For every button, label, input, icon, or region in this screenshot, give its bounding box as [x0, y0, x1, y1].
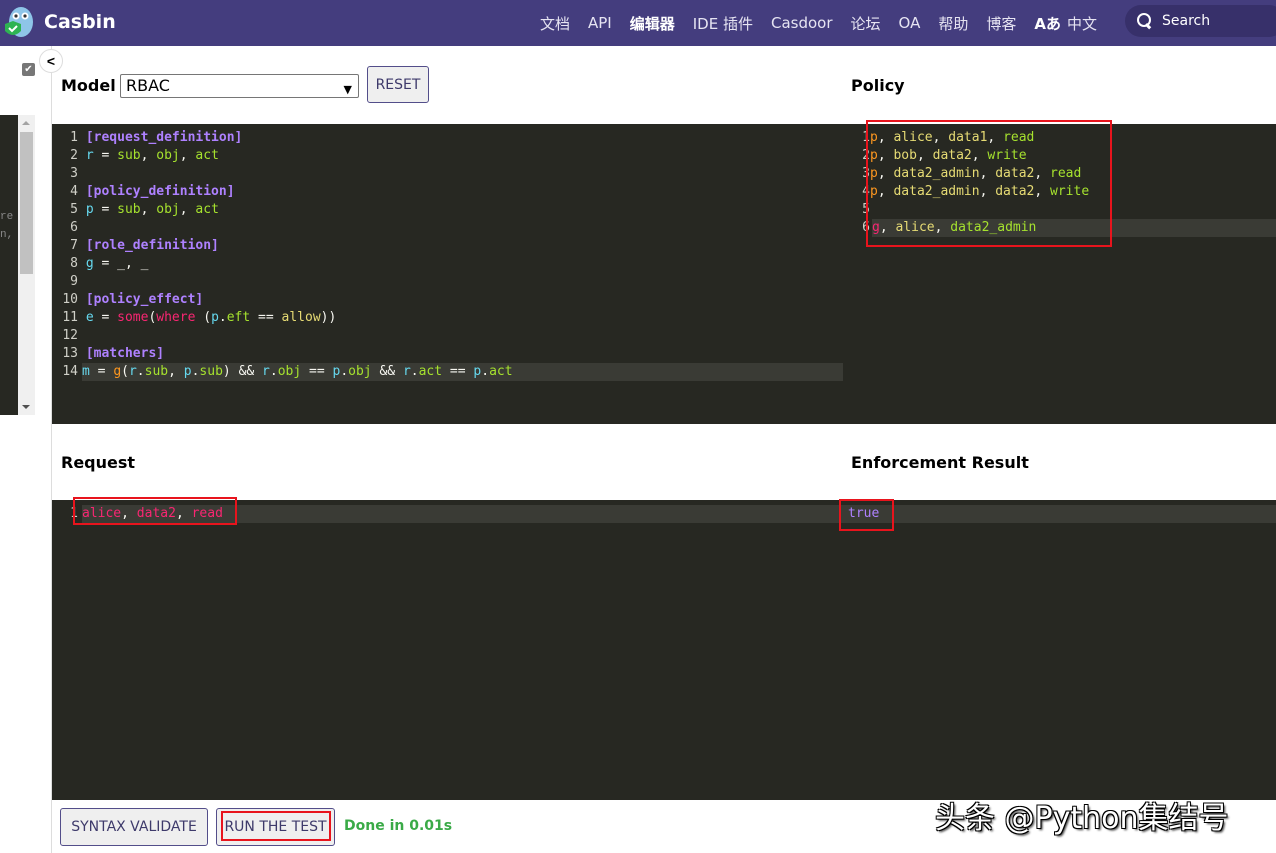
sidebar-text: n, [0, 229, 14, 241]
nav-link-api[interactable]: API [579, 14, 621, 32]
result-label: Enforcement Result [851, 453, 1029, 472]
search-button[interactable]: Search [1125, 5, 1276, 37]
nav-link-help[interactable]: 帮助 [929, 13, 977, 34]
code-line: 4 [policy_definition] [70, 184, 235, 199]
search-label: Search [1162, 13, 1211, 29]
nav-link-ide-plugins[interactable]: IDE 插件 [684, 13, 762, 34]
nav-links: 文档 API 编辑器 IDE 插件 Casdoor 论坛 OA 帮助 博客 Aあ… [531, 0, 1106, 46]
code-line: 7 [role_definition] [70, 238, 219, 253]
code-line: 1 [request_definition] [70, 130, 243, 145]
top-navbar: Casbin 文档 API 编辑器 IDE 插件 Casdoor 论坛 OA 帮… [0, 0, 1276, 46]
scroll-thumb[interactable] [20, 132, 33, 274]
request-highlight-box [73, 497, 237, 525]
scroll-up-icon[interactable] [22, 121, 30, 125]
watermark: 头条 @Python集结号 [935, 801, 1229, 836]
code-line: 12 [62, 328, 78, 343]
request-editor[interactable]: alice, data2, read 1 [52, 500, 844, 800]
sidebar-editor: re n, [0, 115, 18, 415]
translate-icon: Aあ [1034, 14, 1061, 33]
code-line: 13 [matchers] [62, 346, 165, 361]
code-line: 6 [70, 220, 78, 235]
language-label: 中文 [1066, 14, 1097, 33]
code-line: 10 [policy_effect] [62, 292, 204, 307]
nav-link-oa[interactable]: OA [890, 14, 930, 32]
result-line: true [844, 505, 1276, 523]
reset-button[interactable]: RESET [367, 66, 429, 103]
syntax-validate-button[interactable]: SYNTAX VALIDATE [60, 808, 208, 846]
code-line-active: m = g(r.sub, p.sub) && r.obj == p.obj &&… [82, 363, 843, 381]
code-line: 9 [70, 274, 78, 289]
nav-link-blog[interactable]: 博客 [977, 13, 1025, 34]
sidebar-checkbox[interactable]: ✔ [22, 63, 35, 76]
code-line: 3 [70, 166, 78, 181]
nav-link-forum[interactable]: 论坛 [842, 13, 890, 34]
collapse-sidebar-button[interactable]: < [39, 49, 63, 73]
scroll-down-icon[interactable] [22, 405, 30, 409]
nav-link-casdoor[interactable]: Casdoor [762, 14, 842, 32]
sidebar-scrollbar[interactable] [18, 115, 35, 415]
model-select-value: RBAC [126, 76, 170, 95]
sidebar-text: re [0, 211, 14, 223]
nav-link-docs[interactable]: 文档 [531, 13, 579, 34]
code-line-number: 14 [62, 364, 78, 379]
run-test-highlight-box [221, 811, 331, 841]
search-icon [1137, 13, 1153, 29]
brand-name[interactable]: Casbin [44, 11, 116, 33]
chevron-down-icon: ▼ [343, 83, 352, 96]
result-editor: true [844, 500, 1276, 800]
code-line: 11 e = some(where (p.eft == allow)) [62, 310, 337, 325]
status-message: Done in 0.01s [344, 818, 453, 834]
policy-label: Policy [851, 76, 905, 95]
policy-highlight-box [866, 120, 1112, 247]
model-editor[interactable]: 1 [request_definition] 2 r = sub, obj, a… [52, 124, 844, 424]
language-selector[interactable]: Aあ 中文 [1025, 13, 1106, 34]
code-line: 2 r = sub, obj, act [70, 148, 219, 163]
result-highlight-box [839, 499, 894, 531]
request-label: Request [61, 453, 136, 472]
code-line: 5 p = sub, obj, act [70, 202, 219, 217]
nav-link-editor[interactable]: 编辑器 [621, 13, 684, 34]
model-select[interactable]: RBAC ▼ [120, 74, 359, 98]
casbin-logo-icon[interactable] [3, 5, 35, 39]
model-label: Model [61, 76, 116, 95]
code-line: 8 g = _, _ [70, 256, 149, 271]
chevron-left-icon: < [46, 53, 56, 69]
